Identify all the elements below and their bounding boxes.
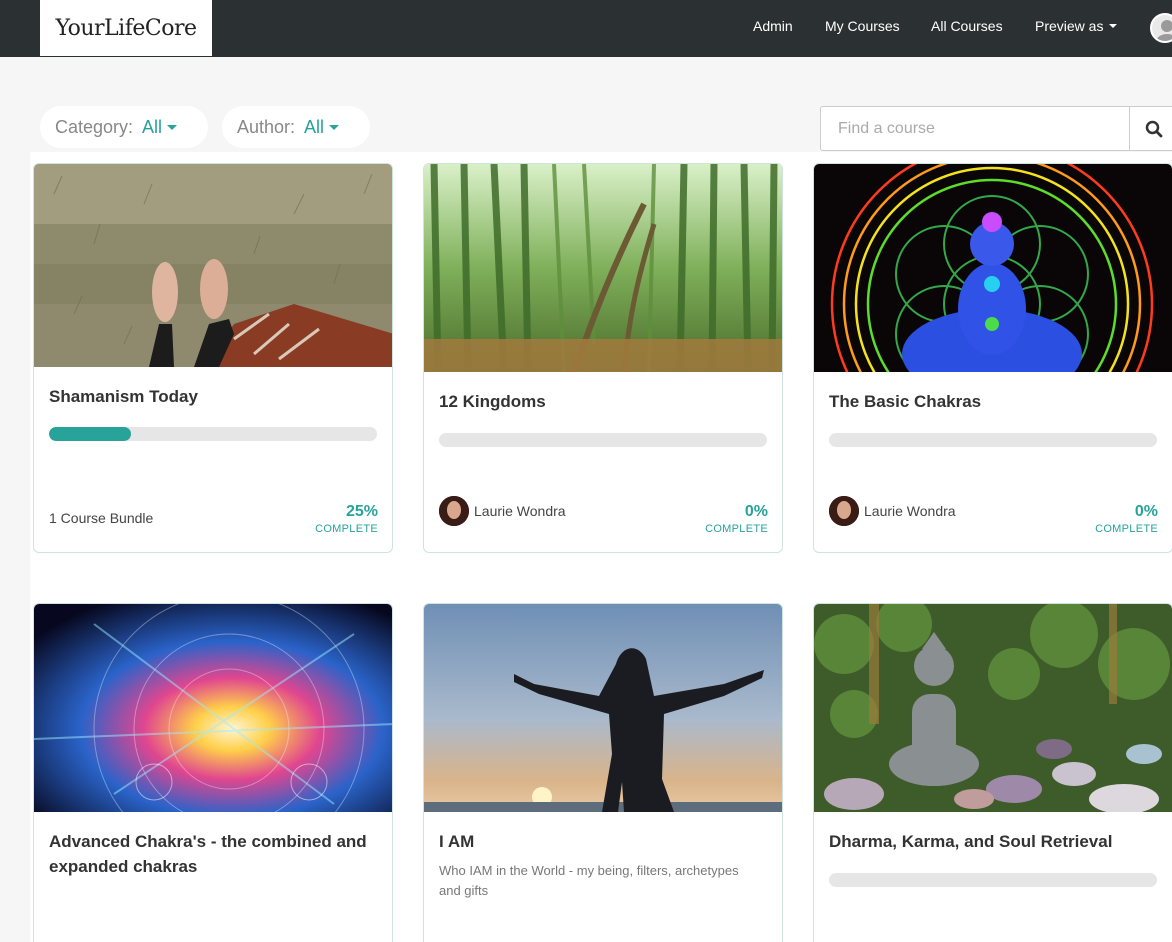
course-subtitle: Who IAM in the World - my being, filters… bbox=[439, 863, 739, 898]
course-image bbox=[814, 604, 1172, 812]
nav-all-courses[interactable]: All Courses bbox=[931, 18, 1003, 34]
course-progress-bar bbox=[829, 433, 1157, 447]
course-percent: 0% bbox=[744, 503, 768, 520]
course-image bbox=[424, 604, 782, 812]
category-filter-value: All bbox=[142, 116, 163, 137]
author-name: Laurie Wondra bbox=[474, 503, 566, 519]
complete-label: COMPLETE bbox=[315, 523, 378, 535]
site-logo[interactable]: YourLifeCore bbox=[40, 0, 212, 56]
author-name: Laurie Wondra bbox=[864, 503, 956, 519]
course-author: Laurie Wondra bbox=[829, 496, 956, 526]
author-filter[interactable]: Author: All bbox=[222, 106, 370, 148]
course-title: Advanced Chakra's - the combined and exp… bbox=[49, 832, 367, 876]
course-progress-bar bbox=[49, 427, 377, 441]
search-icon bbox=[1145, 120, 1163, 137]
course-image bbox=[34, 604, 392, 812]
caret-down-icon bbox=[167, 124, 178, 130]
nav-preview-as[interactable]: Preview as bbox=[1035, 18, 1118, 34]
top-navbar: YourLifeCore Admin My Courses All Course… bbox=[0, 0, 1172, 57]
course-image bbox=[34, 164, 392, 367]
course-title: Shamanism Today bbox=[49, 387, 198, 406]
author-filter-label: Author: bbox=[237, 116, 296, 137]
course-search-input[interactable] bbox=[820, 106, 1130, 151]
nav-preview-as-label: Preview as bbox=[1035, 18, 1104, 34]
course-percent: 0% bbox=[1134, 503, 1158, 520]
course-card-advanced-chakras[interactable]: Advanced Chakra's - the combined and exp… bbox=[33, 603, 393, 942]
complete-label: COMPLETE bbox=[705, 523, 768, 535]
author-avatar bbox=[829, 496, 859, 526]
course-image bbox=[814, 164, 1172, 372]
course-progress-fill bbox=[49, 427, 131, 441]
course-progress-bar bbox=[829, 873, 1157, 887]
course-image bbox=[424, 164, 782, 372]
author-avatar bbox=[439, 496, 469, 526]
course-title: 12 Kingdoms bbox=[439, 392, 546, 411]
logo-text: YourLifeCore bbox=[55, 15, 197, 41]
course-title: Dharma, Karma, and Soul Retrieval bbox=[829, 832, 1113, 851]
nav-my-courses[interactable]: My Courses bbox=[825, 18, 900, 34]
complete-label: COMPLETE bbox=[1095, 523, 1158, 535]
course-card-dharma-karma[interactable]: Dharma, Karma, and Soul Retrieval bbox=[813, 603, 1172, 942]
category-filter-label: Category: bbox=[55, 116, 134, 137]
course-title: The Basic Chakras bbox=[829, 392, 982, 411]
search-button[interactable] bbox=[1129, 106, 1172, 151]
course-card-basic-chakras[interactable]: The Basic Chakras Laurie Wondra 0% COMPL… bbox=[813, 163, 1172, 553]
course-percent: 25% bbox=[345, 503, 378, 520]
course-card-i-am[interactable]: I AM Who IAM in the World - my being, fi… bbox=[423, 603, 783, 942]
category-filter[interactable]: Category: All bbox=[40, 106, 208, 148]
course-progress-bar bbox=[439, 433, 767, 447]
caret-down-icon bbox=[1109, 24, 1118, 29]
course-bundle-info: 1 Course Bundle bbox=[49, 510, 153, 526]
bundle-label: 1 Course Bundle bbox=[49, 510, 154, 526]
user-avatar[interactable] bbox=[1150, 13, 1172, 43]
course-title: I AM bbox=[439, 832, 475, 851]
caret-down-icon bbox=[329, 124, 340, 130]
user-silhouette-icon bbox=[1156, 20, 1172, 41]
nav-admin[interactable]: Admin bbox=[753, 18, 793, 34]
author-filter-value: All bbox=[304, 116, 325, 137]
course-author: Laurie Wondra bbox=[439, 496, 566, 526]
course-card-shamanism-today[interactable]: Shamanism Today 1 Course Bundle 25% COMP… bbox=[33, 163, 393, 553]
course-card-12-kingdoms[interactable]: 12 Kingdoms Laurie Wondra 0% COMPLETE bbox=[423, 163, 783, 553]
